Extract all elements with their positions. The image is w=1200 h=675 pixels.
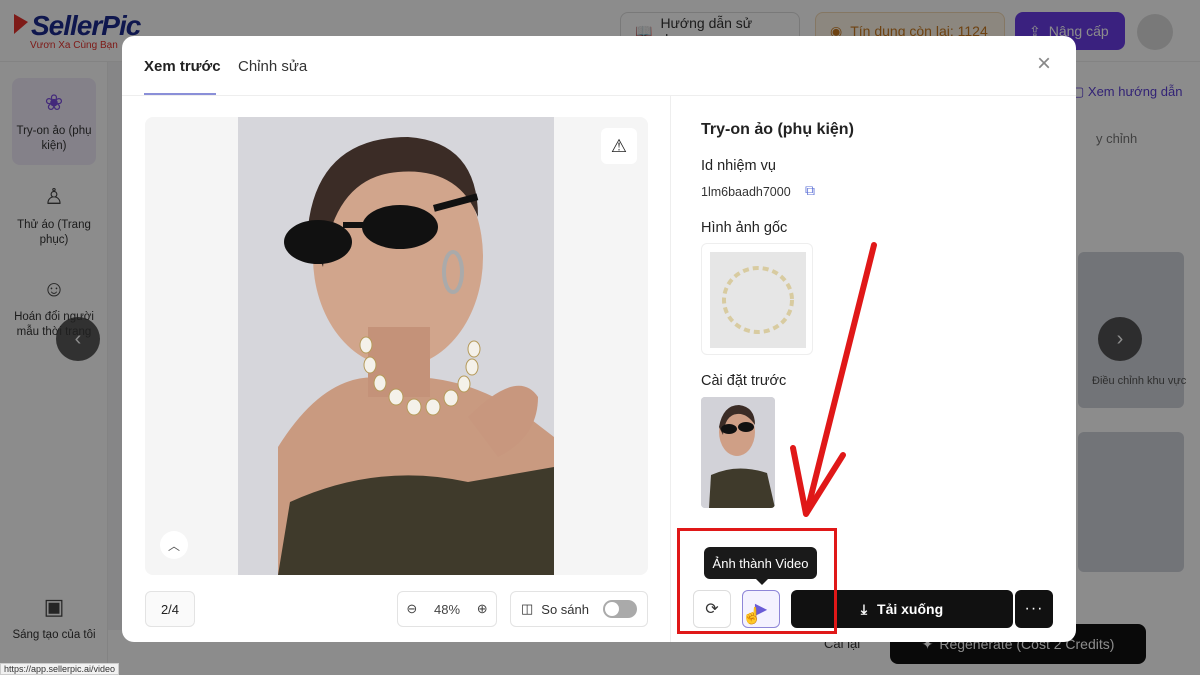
zoom-control: ⊖ 48% ⊕	[397, 591, 497, 627]
preset-thumbnail	[701, 397, 775, 508]
panel-title: Try-on ảo (phụ kiện)	[701, 121, 854, 138]
chevron-up-icon: ︿	[167, 538, 180, 553]
download-label: Tải xuống	[877, 601, 944, 617]
tab-edit[interactable]: Chỉnh sửa	[238, 58, 307, 75]
zoom-level: 48%	[433, 601, 461, 617]
zoom-in-icon[interactable]: ⊕	[477, 601, 488, 617]
necklace-icon	[722, 266, 794, 334]
necklace-image	[710, 252, 806, 348]
tab-preview[interactable]: Xem trước	[144, 58, 221, 75]
task-id-label: Id nhiệm vụ	[701, 158, 776, 174]
copy-icon[interactable]: ⧉	[805, 182, 815, 199]
report-button[interactable]: ⚠	[601, 128, 637, 164]
more-options-button[interactable]: ···	[1015, 590, 1053, 628]
compare-toggle[interactable]	[603, 600, 637, 618]
warning-icon: ⚠	[610, 135, 628, 156]
preset-label: Cài đặt trước	[701, 373, 787, 389]
modal-tabs: Xem trước Chỉnh sửa ×	[122, 36, 1076, 96]
task-id-value: 1lm6baadh7000	[701, 185, 791, 199]
highlight-box	[677, 528, 837, 634]
divider	[670, 96, 671, 642]
original-image-label: Hình ảnh gốc	[701, 220, 788, 236]
preview-pane: ⚠ ︿	[145, 117, 648, 575]
compare-control[interactable]: ◫ So sánh	[510, 591, 648, 627]
download-icon: ⤓	[860, 600, 868, 617]
result-image	[238, 117, 554, 575]
zoom-out-icon[interactable]: ⊖	[406, 601, 417, 617]
active-tab-indicator	[144, 93, 216, 95]
preset-image[interactable]	[701, 397, 775, 508]
preview-modal: Xem trước Chỉnh sửa × ⚠ ︿ 2/4 ⊖ 48% ⊕ ◫ …	[122, 36, 1076, 642]
status-bar-url: https://app.sellerpic.ai/video	[0, 663, 120, 675]
compare-label: So sánh	[541, 601, 589, 617]
original-image[interactable]	[701, 243, 813, 355]
page-indicator: 2/4	[145, 591, 195, 627]
model-photo-illustration	[238, 117, 554, 575]
close-icon[interactable]: ×	[1032, 52, 1056, 76]
expand-thumbnails-button[interactable]: ︿	[160, 531, 188, 559]
compare-icon: ◫	[521, 601, 534, 616]
